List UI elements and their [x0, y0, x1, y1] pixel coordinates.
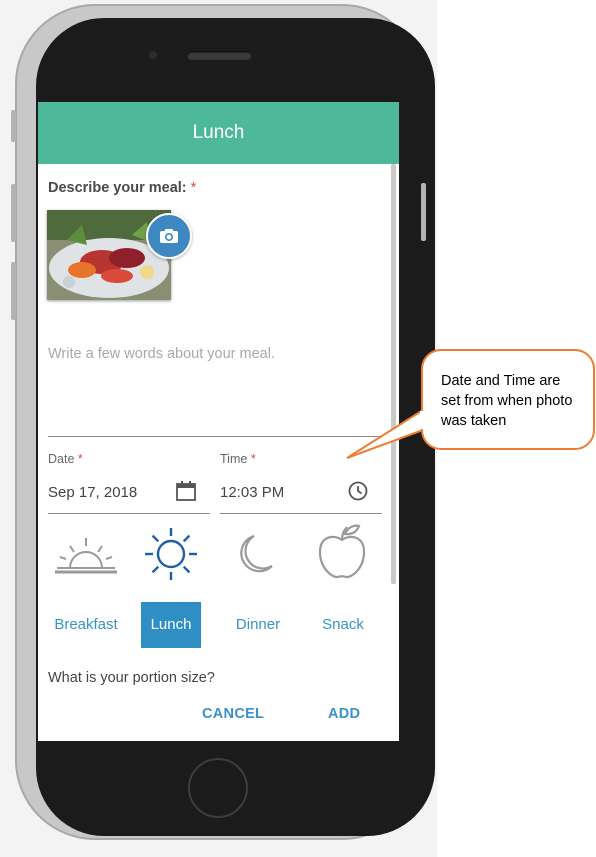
- earpiece-speaker: [187, 51, 252, 60]
- time-field[interactable]: 12:03 PM: [220, 484, 284, 501]
- dinner-button[interactable]: Dinner: [220, 602, 296, 648]
- time-underline: [220, 513, 382, 514]
- mute-switch: [11, 110, 16, 142]
- app-screen: Lunch Describe your meal: * Write a few …: [38, 102, 399, 741]
- breakfast-button[interactable]: Breakfast: [48, 602, 124, 648]
- front-camera: [146, 48, 160, 62]
- lunch-button[interactable]: Lunch: [141, 602, 201, 648]
- home-button[interactable]: [188, 758, 248, 818]
- apple-icon[interactable]: [314, 522, 370, 579]
- calendar-icon[interactable]: [175, 480, 197, 507]
- callout-text: Date and Time are set from when photo wa…: [441, 373, 573, 429]
- date-underline: [48, 513, 210, 514]
- volume-up-button: [11, 184, 16, 242]
- moon-icon[interactable]: [228, 526, 284, 582]
- add-button[interactable]: ADD: [328, 706, 360, 722]
- meal-description-input[interactable]: [48, 346, 383, 437]
- clock-icon[interactable]: [347, 480, 369, 507]
- snack-button[interactable]: Snack: [306, 602, 380, 648]
- power-button: [421, 183, 426, 241]
- cancel-button[interactable]: CANCEL: [202, 706, 264, 722]
- date-field[interactable]: Sep 17, 2018: [48, 484, 137, 501]
- date-label: Date *: [48, 452, 83, 466]
- app-header: Lunch: [38, 102, 399, 164]
- volume-down-button: [11, 262, 16, 320]
- required-asterisk: *: [190, 180, 197, 196]
- scrollbar[interactable]: [391, 164, 396, 584]
- page-title: Lunch: [192, 122, 245, 143]
- sunrise-icon[interactable]: [53, 526, 119, 582]
- add-photo-button[interactable]: [146, 213, 192, 259]
- portion-size-question: What is your portion size?: [48, 670, 215, 686]
- describe-meal-label: Describe your meal: *: [48, 180, 197, 196]
- sun-icon[interactable]: [143, 526, 199, 582]
- camera-icon: [160, 229, 178, 243]
- time-label: Time *: [220, 452, 256, 466]
